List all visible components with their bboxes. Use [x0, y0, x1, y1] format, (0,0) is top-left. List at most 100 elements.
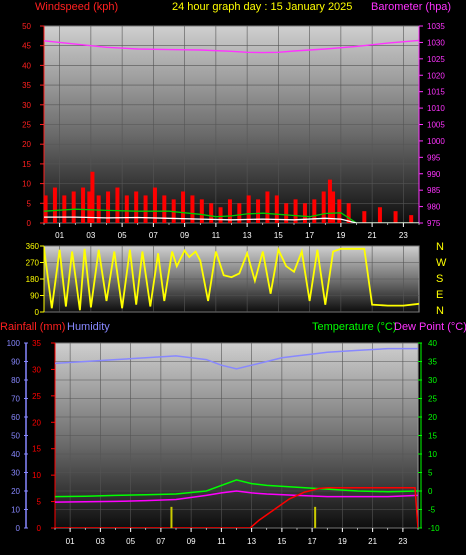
- rainfall-tick-label: 5: [37, 498, 42, 507]
- x-tick-label: 23: [398, 537, 407, 546]
- x-tick-label: 05: [118, 231, 127, 240]
- barometer-tick-label: 1005: [427, 121, 445, 130]
- x-tick-label: 05: [126, 537, 135, 546]
- windspeed-tick-label: 0: [27, 219, 32, 228]
- barometer-tick-label: 980: [427, 203, 441, 212]
- humidity-axis: 0 10 20 30 40 50 60 70 80 90 100: [7, 339, 28, 533]
- x-tick-label: 11: [212, 231, 221, 240]
- direction-letter-s: S: [436, 273, 443, 285]
- barometer-tick-label: 1015: [427, 88, 445, 97]
- temperature-tick-label: -10: [428, 524, 440, 533]
- humidity-axis-label: Humidity: [67, 321, 110, 333]
- windspeed-tick-label: 15: [22, 160, 31, 169]
- windspeed-axis: 0 5 10 15 20 25 30 35 40 45 50: [22, 22, 45, 228]
- direction-letters: N W S E N: [436, 241, 447, 317]
- rainfall-tick-label: 35: [32, 339, 41, 348]
- x-tick-label: 01: [55, 231, 64, 240]
- x-tick-label: 11: [217, 537, 226, 546]
- x-tick-label: 15: [277, 537, 286, 546]
- x-tick-label: 15: [274, 231, 283, 240]
- wind-direction-axis: 0 90 180 270 360: [26, 242, 45, 317]
- x-tick-label: 03: [86, 231, 95, 240]
- x-tick-label: 19: [338, 537, 347, 546]
- x-tick-label: 13: [243, 231, 252, 240]
- windspeed-tick-label: 50: [22, 22, 31, 31]
- windspeed-tick-label: 20: [22, 140, 31, 149]
- rainfall-tick-label: 15: [32, 445, 41, 454]
- rainfall-tick-label: 10: [32, 471, 41, 480]
- rainfall-tick-label: 20: [32, 418, 41, 427]
- temperature-tick-label: 20: [428, 413, 437, 422]
- windspeed-axis-label: Windspeed (kph): [35, 1, 118, 13]
- temperature-tick-label: 35: [428, 358, 437, 367]
- barometer-tick-label: 985: [427, 186, 441, 195]
- temperature-tick-label: 0: [428, 487, 433, 496]
- bottom-x-axis: 01 03 05 07 09 11 13 15 17 19 21 23: [54, 528, 419, 546]
- barometer-axis: 975 980 985 990 995 1000 1005 1010 1015 1020 1025 1…: [418, 22, 445, 228]
- x-tick-label: 13: [247, 537, 256, 546]
- rainfall-tick-label: 30: [32, 365, 41, 374]
- windspeed-tick-label: 45: [22, 42, 31, 51]
- graph-title: 24 hour graph day : 15 January 2025: [172, 1, 352, 13]
- direction-tick-label: 180: [26, 275, 40, 284]
- windspeed-tick-label: 35: [22, 81, 31, 90]
- temperature-tick-label: 15: [428, 432, 437, 441]
- windspeed-tick-label: 5: [27, 199, 32, 208]
- rainfall-tick-label: 25: [32, 392, 41, 401]
- barometer-tick-label: 990: [427, 170, 441, 179]
- x-tick-label: 09: [187, 537, 196, 546]
- direction-tick-label: 90: [30, 292, 39, 301]
- direction-letter-n-top: N: [436, 241, 444, 253]
- x-tick-label: 03: [96, 537, 105, 546]
- direction-tick-label: 270: [26, 259, 40, 268]
- direction-tick-label: 360: [26, 242, 40, 251]
- barometer-tick-label: 975: [427, 219, 441, 228]
- temperature-axis: -10 -5 0 5 10 15 20 25 30 35 40: [418, 339, 440, 533]
- x-tick-label: 17: [305, 231, 314, 240]
- humidity-tick-label: 0: [16, 524, 21, 533]
- humidity-tick-label: 60: [11, 413, 20, 422]
- humidity-tick-label: 80: [11, 376, 20, 385]
- x-tick-label: 19: [336, 231, 345, 240]
- direction-letter-e: E: [436, 289, 443, 301]
- x-tick-label: 07: [156, 537, 165, 546]
- rainfall-tick-label: 0: [37, 524, 42, 533]
- humidity-tick-label: 100: [7, 339, 21, 348]
- humidity-tick-label: 90: [11, 358, 20, 367]
- direction-tick-label: 0: [35, 308, 40, 317]
- top-x-axis: 01 03 05 07 09 11 13 15 17 19 21 23: [43, 223, 420, 240]
- barometer-axis-label: Barometer (hpa): [371, 1, 451, 13]
- windspeed-tick-label: 40: [22, 61, 31, 70]
- x-tick-label: 17: [308, 537, 317, 546]
- windspeed-tick-label: 30: [22, 101, 31, 110]
- direction-letter-w: W: [436, 257, 447, 269]
- barometer-tick-label: 1025: [427, 55, 445, 64]
- x-tick-label: 09: [180, 231, 189, 240]
- humidity-tick-label: 30: [11, 469, 20, 478]
- windspeed-tick-label: 10: [22, 180, 31, 189]
- rainfall-axis-label: Rainfall (mm): [0, 321, 65, 333]
- barometer-tick-label: 1010: [427, 104, 445, 113]
- rainfall-axis: 0 5 10 15 20 25 30 35: [32, 339, 56, 533]
- temperature-tick-label: 30: [428, 376, 437, 385]
- humidity-tick-label: 70: [11, 395, 20, 404]
- temperature-tick-label: 40: [428, 339, 437, 348]
- humidity-tick-label: 50: [11, 432, 20, 441]
- x-tick-label: 21: [368, 231, 377, 240]
- direction-letter-n-bottom: N: [436, 305, 444, 317]
- x-tick-label: 07: [149, 231, 158, 240]
- barometer-tick-label: 1020: [427, 71, 445, 80]
- humidity-tick-label: 20: [11, 487, 20, 496]
- temperature-tick-label: 25: [428, 395, 437, 404]
- temperature-tick-label: 10: [428, 450, 437, 459]
- barometer-tick-label: 1035: [427, 22, 445, 31]
- barometer-tick-label: 995: [427, 153, 441, 162]
- x-tick-label: 23: [399, 231, 408, 240]
- windspeed-tick-label: 25: [22, 121, 31, 130]
- temperature-axis-label: Temperature (°C): [312, 321, 396, 333]
- weather-graph: 05101520253035404550 9759809859909951000…: [0, 1, 466, 546]
- humidity-tick-label: 10: [11, 506, 20, 515]
- barometer-tick-label: 1000: [427, 137, 445, 146]
- temperature-tick-label: -5: [428, 506, 436, 515]
- humidity-tick-label: 40: [11, 450, 20, 459]
